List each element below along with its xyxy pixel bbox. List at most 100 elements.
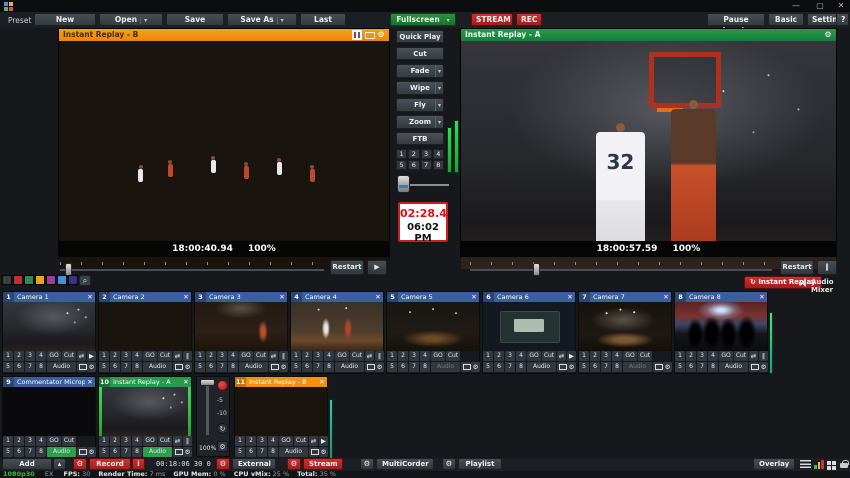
audio-toggle-button[interactable]: Audio — [143, 447, 172, 457]
gear-icon[interactable]: ⚙ — [759, 362, 768, 372]
ctrl-6-button[interactable]: 6 — [14, 362, 24, 372]
ctrl-3-button[interactable]: 3 — [121, 351, 131, 361]
audio-meters-icon[interactable] — [814, 460, 825, 469]
reset-gain-button[interactable]: ↻ — [217, 423, 228, 434]
ctrl-3-button[interactable]: 3 — [257, 436, 267, 446]
record-info-button[interactable]: i — [132, 458, 145, 470]
fullscreen-monitor-icon[interactable] — [557, 362, 566, 372]
stream-button[interactable]: Stream ▴ — [303, 458, 343, 470]
pause-icon[interactable]: ‖ — [279, 351, 288, 361]
ctrl-4-button[interactable]: 4 — [36, 351, 46, 361]
gear-icon[interactable]: ⚙ — [87, 447, 96, 457]
ctrl-8-button[interactable]: 8 — [228, 362, 238, 372]
playlist-settings-gear-icon[interactable]: ⚙ — [442, 458, 456, 470]
gear-icon[interactable]: ⚙ — [87, 362, 96, 372]
playlist-button[interactable]: Playlist — [458, 458, 502, 470]
add-input-button[interactable]: Add Input — [2, 458, 52, 470]
preview-restart-button[interactable]: Restart — [330, 260, 364, 275]
dropdown-icon[interactable]: ▾ — [443, 17, 450, 24]
input-tile-2[interactable]: 2Camera 2✕1234GOCut⇄‖5678Audio⚙ — [98, 291, 192, 374]
ctrl-6-button[interactable]: 6 — [110, 447, 120, 457]
ctrl-go-button[interactable]: GO — [335, 351, 349, 361]
play-icon[interactable]: ▶ — [319, 436, 328, 446]
maximize-button[interactable]: ▢ — [812, 0, 828, 11]
ctrl-3-button[interactable]: 3 — [121, 436, 131, 446]
audio-toggle-button[interactable]: Audio — [335, 362, 364, 372]
ctrl-8-button[interactable]: 8 — [516, 362, 526, 372]
ctrl-go-button[interactable]: GO — [47, 351, 61, 361]
audio-toggle-button[interactable]: Audio — [527, 362, 556, 372]
ctrl-1-button[interactable]: 1 — [195, 351, 205, 361]
gear-icon[interactable]: ⚙ — [471, 362, 480, 372]
ctrl-1-button[interactable]: 1 — [3, 436, 13, 446]
ctrl-4-button[interactable]: 4 — [324, 351, 334, 361]
input-preview-thumbnail[interactable] — [235, 387, 327, 438]
fullscreen-monitor-icon[interactable] — [173, 362, 182, 372]
ctrl-8-button[interactable]: 8 — [420, 362, 430, 372]
input-preview-thumbnail[interactable] — [579, 302, 671, 353]
close-input-icon[interactable]: ✕ — [277, 293, 287, 301]
ctrl-6-button[interactable]: 6 — [246, 447, 256, 457]
input-tile-5[interactable]: 5Camera 5✕1234GOCut5678Audio⚙ — [386, 291, 480, 374]
category-swatch-3[interactable] — [35, 275, 45, 285]
ctrl-1-button[interactable]: 1 — [291, 351, 301, 361]
menu-icon[interactable] — [800, 460, 811, 468]
pause-inputs-button[interactable]: Pause Inputs — [707, 13, 765, 26]
ctrl-2-button[interactable]: 2 — [590, 351, 600, 361]
ctrl-5-button[interactable]: 5 — [675, 362, 685, 372]
close-button[interactable]: ✕ — [833, 0, 849, 11]
ctrl-6-button[interactable]: 6 — [686, 362, 696, 372]
ctrl-4-button[interactable]: 4 — [420, 351, 430, 361]
new-button[interactable]: New — [34, 13, 96, 26]
ftb-button[interactable]: FTB — [396, 132, 444, 145]
ctrl-8-button[interactable]: 8 — [132, 362, 142, 372]
preview-play-button[interactable]: ▶ — [367, 260, 387, 275]
transition-preset-8[interactable]: 8 — [433, 160, 444, 170]
input-header[interactable]: 3Camera 3✕ — [195, 292, 287, 302]
ctrl-go-button[interactable]: GO — [239, 351, 253, 361]
fullscreen-monitor-icon[interactable] — [365, 362, 374, 372]
ctrl-6-button[interactable]: 6 — [206, 362, 216, 372]
loop-icon[interactable]: ⇄ — [269, 351, 278, 361]
ctrl-5-button[interactable]: 5 — [235, 447, 245, 457]
lock-icon[interactable] — [840, 463, 848, 468]
ctrl-cut-button[interactable]: Cut — [446, 351, 460, 361]
ctrl-2-button[interactable]: 2 — [206, 351, 216, 361]
fullscreen-monitor-icon[interactable] — [749, 362, 758, 372]
loop-icon[interactable]: ⇄ — [365, 351, 374, 361]
speaker-icon[interactable] — [799, 279, 808, 287]
ctrl-2-button[interactable]: 2 — [494, 351, 504, 361]
input-tile-7[interactable]: 7Camera 7✕1234GOCut5678Audio⚙ — [578, 291, 672, 374]
fade-button[interactable]: Fade▾ — [396, 64, 444, 78]
instant-replay-button[interactable]: ↻ Instant Replay — [744, 276, 822, 289]
ctrl-cut-button[interactable]: Cut — [294, 436, 308, 446]
audio-toggle-button[interactable]: Audio — [143, 362, 172, 372]
ctrl-4-button[interactable]: 4 — [228, 351, 238, 361]
ctrl-go-button[interactable]: GO — [143, 436, 157, 446]
gear-icon[interactable]: ⚙ — [376, 30, 386, 40]
ctrl-8-button[interactable]: 8 — [36, 447, 46, 457]
basic-button[interactable]: Basic — [768, 13, 804, 26]
ctrl-4-button[interactable]: 4 — [268, 436, 278, 446]
ctrl-5-button[interactable]: 5 — [291, 362, 301, 372]
input-tile-4[interactable]: 4Camera 4✕1234GOCut⇄‖5678Audio⚙ — [290, 291, 384, 374]
preview-scrub-track[interactable] — [60, 269, 324, 271]
master-fader-track[interactable] — [206, 383, 209, 435]
close-input-icon[interactable]: ✕ — [85, 378, 95, 386]
search-icon[interactable]: ⌕ — [79, 275, 91, 286]
ctrl-cut-button[interactable]: Cut — [62, 436, 76, 446]
close-input-icon[interactable]: ✕ — [469, 293, 479, 301]
ctrl-go-button[interactable]: GO — [47, 436, 61, 446]
multicorder-settings-gear-icon[interactable]: ⚙ — [360, 458, 374, 470]
ctrl-cut-button[interactable]: Cut — [350, 351, 364, 361]
ctrl-3-button[interactable]: 3 — [313, 351, 323, 361]
transition-preset-6[interactable]: 6 — [408, 160, 419, 170]
input-preview-thumbnail[interactable] — [3, 302, 95, 353]
gear-icon[interactable]: ⚙ — [183, 362, 192, 372]
help-button[interactable]: ? — [836, 13, 849, 26]
stream-settings-gear-icon[interactable]: ⚙ — [287, 458, 301, 470]
input-preview-thumbnail[interactable] — [99, 387, 191, 438]
rec-indicator-button[interactable]: REC — [516, 13, 542, 26]
close-input-icon[interactable]: ✕ — [181, 293, 191, 301]
close-input-icon[interactable]: ✕ — [181, 378, 191, 386]
